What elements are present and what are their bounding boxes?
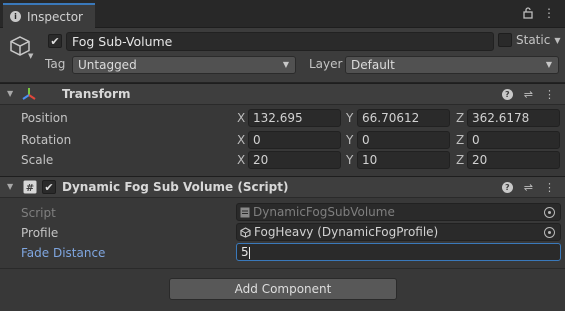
- rotation-y-field[interactable]: 0: [357, 131, 450, 149]
- script-enabled-checkbox[interactable]: ✔: [42, 180, 56, 194]
- info-icon: i: [10, 11, 21, 22]
- layer-value: Default: [351, 58, 395, 72]
- scale-x-field[interactable]: 20: [248, 151, 341, 169]
- rotation-label: Rotation: [21, 133, 72, 147]
- axis-y-label[interactable]: Y: [346, 133, 353, 147]
- tag-value: Untagged: [78, 58, 137, 72]
- chevron-down-icon: ▼: [545, 60, 552, 69]
- script-hash-icon: #: [23, 180, 37, 194]
- static-dropdown-caret[interactable]: ▼: [554, 36, 560, 45]
- svg-text:#: #: [26, 183, 34, 194]
- preset-icon[interactable]: ⇌: [524, 88, 533, 101]
- active-checkbox[interactable]: ✔: [48, 34, 62, 48]
- script-component-title: Dynamic Fog Sub Volume (Script): [62, 180, 289, 194]
- axis-z-label[interactable]: Z: [456, 133, 464, 147]
- help-icon[interactable]: ?: [501, 89, 513, 100]
- tab-menu-icon[interactable]: ⋮: [543, 6, 555, 20]
- tab-inspector[interactable]: i Inspector: [3, 3, 95, 28]
- fade-distance-label: Fade Distance: [21, 246, 106, 260]
- component-menu-icon[interactable]: ⋮: [544, 181, 555, 194]
- profile-value: FogHeavy (DynamicFogProfile): [254, 225, 439, 239]
- rotation-x-field[interactable]: 0: [248, 131, 341, 149]
- lock-icon[interactable]: [523, 7, 533, 19]
- tag-dropdown[interactable]: Untagged ▼: [72, 56, 296, 74]
- object-picker-icon: [544, 207, 555, 218]
- script-value: DynamicFogSubVolume: [253, 205, 395, 219]
- fade-distance-value: 5: [241, 245, 249, 259]
- object-picker-icon[interactable]: [544, 227, 555, 238]
- position-label: Position: [21, 111, 68, 125]
- text-caret: [248, 246, 250, 259]
- scale-z-field[interactable]: 20: [467, 151, 560, 169]
- script-label: Script: [21, 206, 56, 220]
- tab-inspector-label: Inspector: [27, 9, 83, 24]
- axis-x-label[interactable]: X: [237, 133, 245, 147]
- axis-y-label[interactable]: Y: [346, 111, 353, 125]
- icon-dropdown-caret[interactable]: ▼: [28, 52, 33, 60]
- static-label: Static: [516, 33, 551, 47]
- position-y-field[interactable]: 66.70612: [357, 109, 450, 127]
- object-name-field[interactable]: Fog Sub-Volume: [66, 32, 494, 51]
- tab-tools: ⋮: [523, 6, 555, 20]
- chevron-down-icon: ▼: [282, 60, 289, 69]
- scale-y-field[interactable]: 10: [357, 151, 450, 169]
- component-menu-icon[interactable]: ⋮: [544, 88, 555, 101]
- help-icon[interactable]: ?: [501, 182, 513, 193]
- script-tools: ? ⇌ ⋮: [501, 181, 555, 194]
- axis-x-label[interactable]: X: [237, 111, 245, 125]
- rotation-z-field[interactable]: 0: [467, 131, 560, 149]
- static-toggle[interactable]: Static ▼: [498, 33, 560, 47]
- scale-label: Scale: [21, 153, 54, 167]
- add-component-button[interactable]: Add Component: [169, 278, 397, 300]
- profile-asset-icon: [240, 226, 251, 238]
- script-fold-icon[interactable]: ▼: [7, 182, 13, 191]
- axis-y-label[interactable]: Y: [346, 153, 353, 167]
- axis-z-label[interactable]: Z: [456, 153, 464, 167]
- script-file-icon: [240, 207, 250, 217]
- axis-z-label[interactable]: Z: [456, 111, 464, 125]
- transform-title: Transform: [62, 87, 131, 101]
- transform-fold-icon[interactable]: ▼: [7, 89, 13, 98]
- static-checkbox[interactable]: [498, 33, 512, 47]
- transform-axes-icon: [22, 88, 36, 100]
- axis-x-label[interactable]: X: [237, 153, 245, 167]
- preset-icon[interactable]: ⇌: [524, 181, 533, 194]
- profile-field[interactable]: FogHeavy (DynamicFogProfile): [236, 223, 561, 241]
- fade-distance-field[interactable]: 5: [236, 243, 561, 261]
- script-field: DynamicFogSubVolume: [236, 203, 561, 221]
- divider: [0, 268, 565, 269]
- tag-label: Tag: [45, 57, 66, 71]
- position-x-field[interactable]: 132.695: [248, 109, 341, 127]
- profile-label: Profile: [21, 226, 59, 240]
- layer-dropdown[interactable]: Default ▼: [345, 56, 559, 74]
- transform-tools: ? ⇌ ⋮: [501, 88, 555, 101]
- position-z-field[interactable]: 362.6178: [467, 109, 560, 127]
- layer-label: Layer: [309, 57, 343, 71]
